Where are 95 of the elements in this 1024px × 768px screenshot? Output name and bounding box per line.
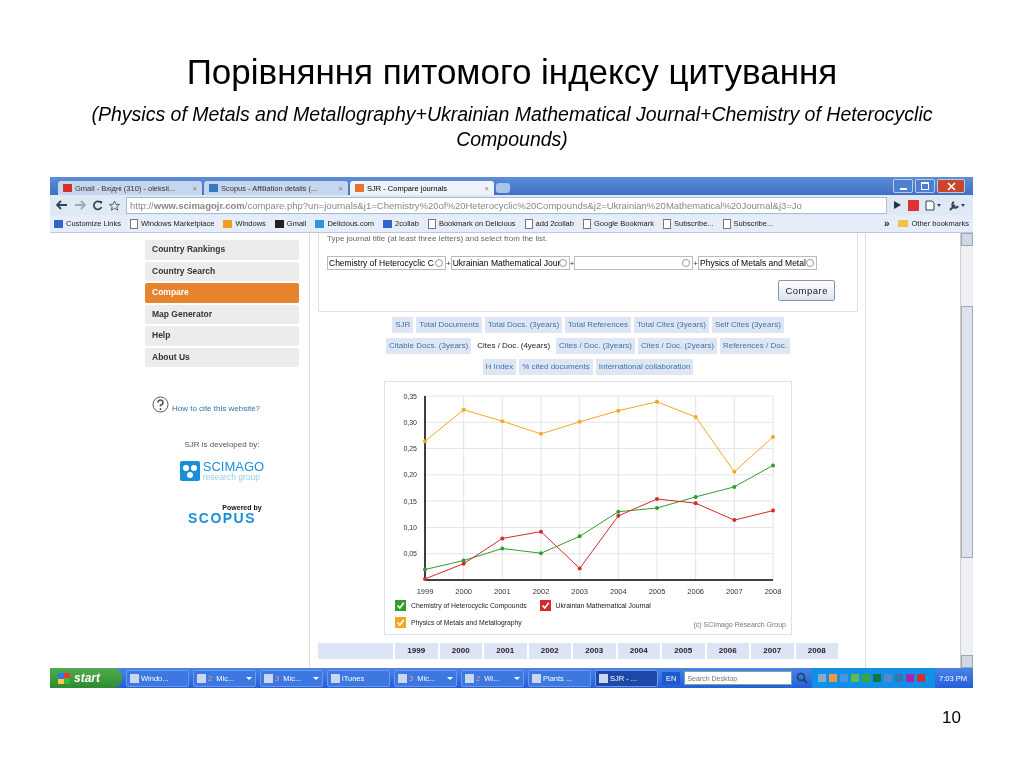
table-header-cell: 2007 (751, 643, 794, 659)
metric-tab[interactable]: Total Documents (416, 317, 482, 333)
table-header-cell: 2008 (795, 643, 838, 659)
nav-item[interactable]: Help (145, 326, 299, 346)
plus-sign: + (693, 258, 698, 268)
metric-tab[interactable]: Total Docs. (3years) (484, 317, 563, 333)
nav-item[interactable]: Country Search (145, 261, 299, 281)
close-icon[interactable] (937, 179, 965, 193)
start-button[interactable]: start (50, 668, 122, 688)
metric-tab[interactable]: SJR (392, 317, 414, 333)
data-point (539, 529, 543, 534)
nav-item[interactable]: Map Generator (145, 304, 299, 324)
form-hint: Type journal title (at least three letters) and select from the list. (327, 233, 549, 244)
data-point (693, 415, 698, 420)
page-menu-icon[interactable] (925, 199, 943, 211)
star-icon[interactable] (109, 199, 120, 211)
table-header-cell: 2005 (662, 643, 705, 659)
caret-icon[interactable] (514, 676, 520, 680)
play-icon[interactable] (893, 200, 902, 210)
metric-tab[interactable]: Citable Docs. (3years) (386, 338, 472, 354)
metric-tab[interactable]: Self Cites (3years) (712, 317, 784, 333)
data-point (539, 551, 543, 556)
data-point (732, 469, 737, 474)
data-point (461, 407, 466, 412)
data-point (732, 518, 737, 523)
data-point (577, 419, 582, 424)
data-point (655, 506, 659, 510)
caret-icon[interactable] (313, 676, 319, 680)
data-point (771, 463, 775, 468)
minimize-icon[interactable] (893, 179, 913, 193)
developer-note: SJR is developed by: (183, 440, 261, 449)
data-point (423, 576, 427, 581)
data-point (423, 567, 427, 572)
address-field[interactable]: http://www.scimagojr.com/compare.php?un=journals&j1=Chemistry%20of%20Heterocyclic%20Compounds&j2=Ukrainian%20Mathematical%20Journal&j3=Jo (126, 196, 887, 214)
data-point (577, 566, 582, 571)
legend-checkbox[interactable] (395, 617, 406, 628)
search-icon[interactable] (796, 672, 809, 684)
data-point (655, 399, 659, 404)
table-header-cell: 2004 (617, 643, 660, 659)
metric-tab[interactable]: Total References (565, 317, 632, 333)
data-point (500, 419, 505, 424)
cite-link[interactable]: How to cite this website? (172, 404, 261, 413)
metric-tab[interactable]: References / Doc. (719, 338, 790, 354)
data-point (655, 497, 659, 502)
data-point (616, 408, 621, 413)
plus-sign: + (446, 258, 451, 268)
caret-icon[interactable] (246, 676, 252, 680)
table-header-cell: 2001 (484, 643, 527, 659)
data-point (771, 435, 775, 439)
scopus-name: SCOPUS (187, 510, 257, 525)
data-point (577, 534, 582, 539)
tray-icons-drawing[interactable] (812, 668, 936, 688)
scimago-tagline: research group (202, 473, 261, 482)
nav-item[interactable]: About Us (145, 347, 299, 367)
compare-button[interactable]: Compare (778, 280, 835, 301)
metric-tab[interactable]: Cites / Doc. (2years) (638, 338, 717, 354)
journal-field[interactable]: Ukrainian Mathematical Jour (450, 256, 570, 270)
data-point (500, 546, 505, 551)
help-icon (152, 396, 169, 413)
data-point (771, 508, 775, 513)
data-point (423, 439, 427, 444)
metric-tab[interactable]: International collaboration (595, 359, 694, 375)
wrench-icon[interactable] (949, 199, 967, 211)
scimago-logo-icon (179, 460, 200, 481)
maximize-icon[interactable] (915, 179, 935, 193)
data-point (693, 494, 698, 499)
plus-sign: + (569, 258, 575, 268)
journal-field[interactable] (574, 256, 694, 270)
caret-icon[interactable] (447, 676, 453, 680)
table-header-cell: 2006 (706, 643, 749, 659)
metric-tab[interactable]: Cites / Doc. (3years) (556, 338, 635, 354)
page-number: 10 (942, 708, 961, 728)
reload-icon[interactable] (92, 199, 103, 211)
metric-tab[interactable]: H Index (482, 359, 517, 375)
table-header-cell: 2003 (573, 643, 616, 659)
slide-subtitle: (Physics of Metals and Metallography+Ukrainian Mathematical Journal+Chemistry of Heterocyclic Compounds) (90, 102, 934, 152)
data-point (732, 484, 737, 489)
legend-checkbox[interactable] (539, 600, 551, 611)
slide-title: Порівняння питомого індексу цитування (185, 51, 839, 92)
table-header-cell: 2002 (528, 643, 571, 659)
back-icon[interactable] (56, 200, 68, 210)
table-header-cell: 1999 (395, 643, 438, 659)
metric-tab[interactable]: Total Cites (3years) (634, 317, 709, 333)
metric-tab[interactable]: % cited documents (519, 359, 593, 375)
scrollbar[interactable] (960, 233, 973, 668)
table-header-cell: 2000 (439, 643, 482, 659)
journal-field[interactable]: Physics of Metals and Metal (698, 256, 817, 270)
data-point (693, 501, 698, 506)
data-point (500, 536, 505, 541)
legend-checkbox[interactable] (395, 600, 406, 611)
more-bookmarks-button[interactable]: » (883, 218, 890, 229)
journal-field[interactable]: Chemistry of Heterocyclic C (327, 256, 446, 270)
scimago-name: SCIMAGO (202, 460, 265, 473)
data-point (539, 431, 543, 436)
nav-item[interactable]: Country Rankings (145, 240, 299, 260)
